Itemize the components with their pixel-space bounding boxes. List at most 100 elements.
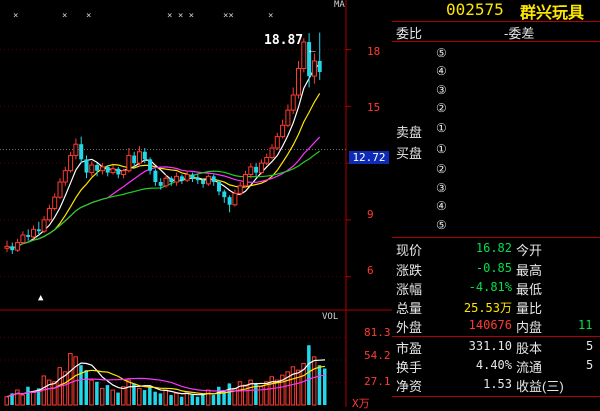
volume-bar bbox=[4, 396, 9, 406]
candle-body bbox=[163, 177, 169, 187]
stat-value2: 11 bbox=[578, 318, 593, 332]
stat-label: 涨跌 bbox=[396, 263, 423, 278]
candle-body bbox=[184, 173, 190, 181]
stat-label: 总量 bbox=[396, 301, 423, 316]
candle-body bbox=[190, 174, 195, 179]
candle-body bbox=[280, 124, 286, 138]
volume-bar bbox=[116, 392, 120, 405]
candle-body bbox=[311, 60, 317, 77]
stock-code: 002575 bbox=[446, 0, 504, 19]
candle-body bbox=[95, 165, 100, 171]
divider bbox=[392, 237, 600, 238]
volume-bar bbox=[227, 383, 232, 405]
volume-bar bbox=[142, 390, 147, 405]
volume-bar bbox=[179, 396, 184, 405]
weicha-label: -委差 bbox=[504, 26, 535, 41]
price-tick: 18 bbox=[367, 45, 381, 58]
buy-level-1: ① bbox=[436, 142, 447, 156]
volume-bar bbox=[323, 368, 327, 405]
divider bbox=[392, 396, 600, 397]
candle-body bbox=[285, 109, 291, 126]
candle-body bbox=[205, 175, 211, 185]
volume-bar bbox=[153, 391, 157, 405]
volume-bar bbox=[269, 376, 274, 406]
stat-value: 1.53 bbox=[483, 377, 512, 391]
candle-body bbox=[237, 185, 243, 194]
volume-bar bbox=[311, 356, 317, 406]
candle-body bbox=[132, 155, 137, 164]
stock-name: 群兴玩具 bbox=[520, 5, 585, 22]
candle-body bbox=[217, 182, 221, 192]
candle-body bbox=[116, 168, 121, 175]
stat-label: 净资 bbox=[396, 379, 423, 394]
stat-label2: 最高 bbox=[516, 263, 543, 278]
volume-bar bbox=[105, 385, 110, 405]
volume-bar bbox=[163, 389, 168, 406]
candle-body bbox=[41, 219, 47, 232]
price-tick: 6 bbox=[367, 264, 374, 277]
candle-body bbox=[57, 181, 63, 198]
volume-bar bbox=[15, 389, 20, 406]
candle-body bbox=[99, 166, 105, 172]
candle-body bbox=[20, 234, 26, 244]
candle-body bbox=[31, 228, 36, 238]
candle-body bbox=[4, 245, 10, 249]
sell-level-4: ④ bbox=[436, 64, 447, 78]
candle-body bbox=[195, 178, 200, 181]
stock-header: 002575 群兴玩具 bbox=[392, 0, 600, 22]
candle-body bbox=[274, 136, 280, 149]
volume-bar bbox=[137, 387, 142, 406]
sell-level-5: ⑤ bbox=[436, 46, 447, 60]
vol-tick: 54.2 bbox=[364, 349, 391, 362]
volume-bar bbox=[217, 386, 221, 405]
vol-unit: X万 bbox=[352, 397, 370, 410]
volume-bar bbox=[205, 389, 211, 406]
price-tick: 9 bbox=[367, 208, 374, 221]
stat-label2: 收益(三) bbox=[516, 379, 564, 394]
stat-label2: 最低 bbox=[516, 282, 543, 297]
stat-label2: 量比 bbox=[516, 301, 543, 316]
volume-bar bbox=[121, 386, 126, 406]
stat-label: 市盈 bbox=[396, 341, 423, 356]
volume-bar bbox=[243, 384, 248, 406]
candle-body bbox=[126, 155, 132, 172]
candle-body bbox=[211, 176, 216, 183]
stat-label2: 今开 bbox=[516, 243, 543, 258]
candle-body bbox=[148, 159, 153, 171]
marker-icon: × bbox=[268, 11, 274, 21]
candle-body bbox=[137, 151, 142, 164]
candle-body bbox=[227, 197, 232, 205]
sell-level-1: ① bbox=[436, 121, 447, 135]
volume-bar bbox=[89, 379, 94, 406]
candle-body bbox=[243, 173, 248, 187]
volume-bar bbox=[26, 386, 30, 405]
candle-body bbox=[296, 68, 301, 96]
candle-body bbox=[142, 151, 147, 160]
volume-bar bbox=[52, 381, 57, 406]
volume-bar bbox=[296, 369, 301, 406]
candle-body bbox=[174, 175, 180, 183]
stat-label: 现价 bbox=[396, 243, 423, 258]
volume-bar bbox=[126, 379, 131, 406]
candle-body bbox=[269, 147, 275, 158]
current-price-tag: 12.72 bbox=[349, 151, 389, 164]
stat-value: -0.85 bbox=[475, 261, 512, 275]
volume-bar bbox=[169, 395, 173, 405]
marker-icon: × × × bbox=[167, 11, 195, 21]
stat-label2: 流通 bbox=[516, 360, 543, 375]
ma10-line bbox=[6, 93, 321, 249]
volume-bar bbox=[317, 365, 322, 405]
volume-bar bbox=[195, 396, 200, 405]
candle-body bbox=[258, 162, 264, 174]
candle-body bbox=[222, 191, 227, 198]
kline-chart[interactable] bbox=[0, 0, 392, 407]
candle-body bbox=[68, 155, 74, 172]
stat-label: 涨幅 bbox=[396, 282, 423, 297]
stat-label: 换手 bbox=[396, 360, 423, 375]
volume-bar bbox=[84, 370, 88, 405]
candle-body bbox=[179, 176, 184, 181]
candle-body bbox=[264, 156, 270, 164]
volume-bar bbox=[95, 381, 99, 405]
candle-body bbox=[232, 192, 238, 206]
candle-body bbox=[248, 166, 254, 175]
